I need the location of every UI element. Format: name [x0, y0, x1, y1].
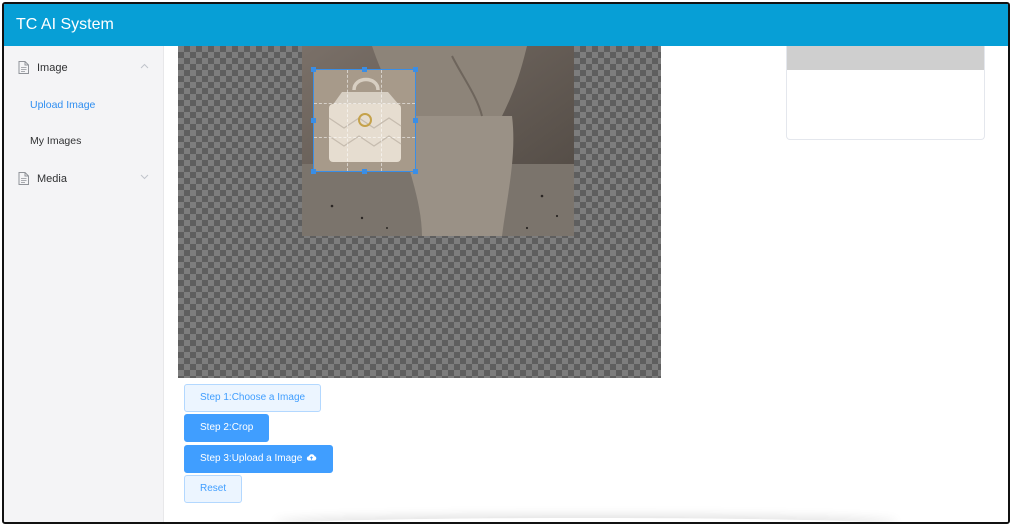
preview-card-header: [787, 46, 984, 70]
app-title: TC AI System: [16, 16, 114, 33]
sidebar-menu-image[interactable]: Image: [4, 52, 164, 84]
crop-handle-top-left[interactable]: [311, 67, 316, 72]
crop-handle-bottom[interactable]: [362, 169, 367, 174]
image-cropper-canvas[interactable]: [178, 46, 661, 378]
sidebar-item-my-images[interactable]: My Images: [4, 126, 164, 156]
app-header: TC AI System: [4, 4, 1008, 46]
preview-card: [786, 46, 985, 140]
sidebar-menu-label: Image: [37, 62, 68, 74]
crop-handle-left[interactable]: [311, 118, 316, 123]
cloud-upload-icon: [307, 454, 317, 461]
chevron-up-icon: [140, 63, 149, 69]
sidebar: Image Upload Image My Images Media: [4, 46, 164, 522]
crop-handle-right[interactable]: [413, 118, 418, 123]
app-window: TC AI System Image Upload Image My Image…: [2, 2, 1010, 524]
upload-button-label: Step 3:Upload a Image: [200, 453, 303, 464]
upload-image-button[interactable]: Step 3:Upload a Image: [184, 445, 334, 473]
crop-handle-top[interactable]: [362, 67, 367, 72]
choose-image-button[interactable]: Step 1:Choose a Image: [184, 384, 322, 412]
main-content: Step 1:Choose a Image Step 2:Crop Step 3…: [164, 46, 1008, 522]
handbag-crop-preview: [314, 70, 415, 171]
crop-button[interactable]: Step 2:Crop: [184, 414, 270, 442]
document-icon: [18, 61, 29, 74]
document-icon: [18, 172, 29, 185]
bottom-shadow: [274, 518, 898, 522]
crop-selection-box[interactable]: [311, 67, 418, 174]
sidebar-item-label: My Images: [30, 135, 82, 147]
crop-handle-bottom-right[interactable]: [413, 169, 418, 174]
crop-handle-top-right[interactable]: [413, 67, 418, 72]
sidebar-item-label: Upload Image: [30, 99, 96, 111]
sidebar-menu-label: Media: [37, 173, 67, 185]
sidebar-menu-media[interactable]: Media: [4, 163, 164, 195]
reset-button[interactable]: Reset: [184, 475, 243, 503]
sidebar-item-upload-image[interactable]: Upload Image: [4, 90, 164, 120]
crop-handle-bottom-left[interactable]: [311, 169, 316, 174]
chevron-down-icon: [140, 174, 149, 180]
